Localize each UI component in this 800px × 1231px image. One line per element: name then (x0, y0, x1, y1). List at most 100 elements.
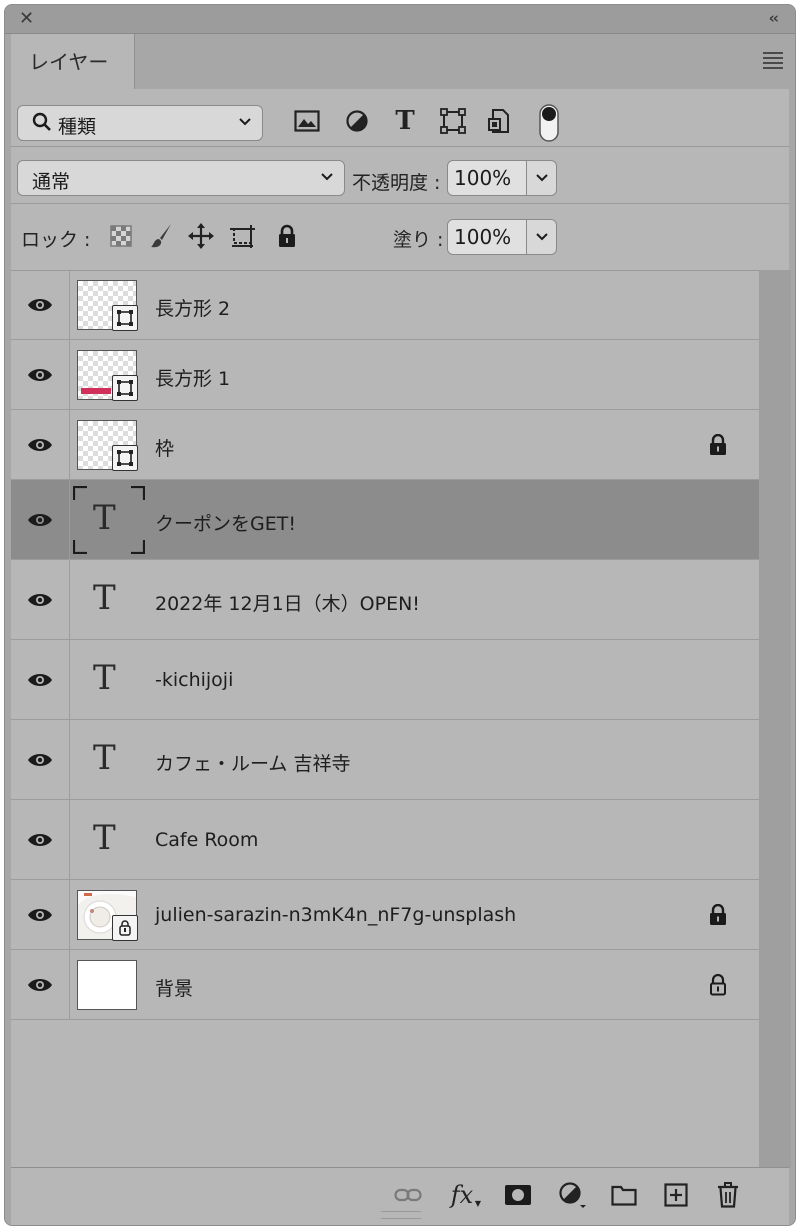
visibility-toggle[interactable] (11, 880, 70, 949)
visibility-toggle[interactable] (11, 560, 70, 639)
close-button[interactable]: ✕ (19, 9, 34, 29)
lock-transparent-pixels-icon[interactable] (105, 220, 137, 252)
layer-row[interactable]: 長方形 2 (11, 270, 759, 340)
layer-name: 長方形 1 (155, 368, 231, 390)
lock-row: ロック : 塗り : 100% (11, 203, 789, 271)
fill-dropdown[interactable] (527, 219, 557, 255)
visibility-toggle[interactable] (11, 340, 70, 409)
layer-row-selected[interactable]: T クーポンをGET! (11, 480, 759, 560)
chevron-down-icon (320, 169, 334, 187)
eye-icon (28, 513, 52, 526)
opacity-input[interactable]: 100% (447, 160, 527, 196)
layer-name: カフェ・ルーム 吉祥寺 (155, 753, 351, 775)
lock-artboard-icon[interactable] (227, 220, 259, 252)
visibility-toggle[interactable] (11, 640, 70, 719)
layer-row[interactable]: T カフェ・ルーム 吉祥寺 (11, 720, 759, 800)
delete-layer-icon[interactable] (713, 1180, 743, 1210)
lock-position-icon[interactable] (185, 220, 217, 252)
layer-row[interactable]: T -kichijoji (11, 640, 759, 720)
layer-name: クーポンをGET! (155, 513, 296, 535)
lock-all-icon[interactable] (271, 220, 303, 252)
panel-title-bar: ✕ ‹‹ (5, 5, 795, 34)
layer-row[interactable]: 枠 (11, 410, 759, 480)
type-filter-icon[interactable]: T (389, 105, 421, 137)
add-mask-icon[interactable] (503, 1180, 533, 1210)
layer-actions-bar: fx ▼ (11, 1167, 789, 1225)
resize-grip[interactable] (381, 1211, 421, 1219)
filter-kind-label: 種類 (58, 116, 97, 138)
blend-row: 通常 不透明度 : 100% (11, 146, 789, 204)
text-layer-icon: T (93, 578, 116, 618)
shape-layer-icon (112, 375, 138, 401)
layer-name: julien-sarazin-n3mK4n_nF7g-unsplash (155, 904, 517, 926)
smart-object-filter-icon[interactable] (483, 105, 515, 137)
layer-row[interactable]: T 2022年 12月1日（木）OPEN! (11, 560, 759, 640)
visibility-toggle[interactable] (11, 950, 70, 1019)
chevron-down-icon (535, 174, 548, 182)
panel-menu-icon[interactable] (763, 52, 783, 72)
lock-icon[interactable] (709, 903, 727, 930)
shape-layer-icon (112, 305, 138, 331)
collapse-button[interactable]: ‹‹ (769, 9, 779, 27)
layer-row[interactable]: T Cafe Room (11, 800, 759, 880)
tab-bar: レイヤー (11, 34, 789, 89)
layer-thumbnail (77, 890, 138, 941)
link-layers-icon[interactable] (393, 1180, 423, 1210)
lock-image-pixels-icon[interactable] (145, 220, 177, 252)
layers-panel: ✕ ‹‹ レイヤー 種類 T 通常 不透明度: 100% ロック: 塗り:… (4, 4, 796, 1226)
eye-icon (28, 978, 52, 991)
opacity-dropdown[interactable] (527, 160, 557, 196)
lock-icon[interactable] (709, 433, 727, 460)
eye-icon (28, 368, 52, 381)
fx-menu-indicator: ▼ (474, 1199, 481, 1208)
new-adjustment-icon[interactable] (557, 1180, 587, 1210)
text-layer-icon: T (93, 818, 116, 858)
blend-mode-select[interactable]: 通常 (17, 160, 345, 196)
shape-layer-icon (112, 445, 138, 471)
text-layer-icon: T (93, 738, 116, 778)
visibility-toggle[interactable] (11, 800, 70, 879)
layer-row[interactable]: julien-sarazin-n3mK4n_nF7g-unsplash (11, 880, 759, 950)
layer-name: 枠 (155, 438, 175, 460)
fill-input[interactable]: 100% (447, 219, 527, 255)
shape-filter-icon[interactable] (437, 105, 469, 137)
lock-label: ロック : (21, 229, 91, 251)
visibility-toggle[interactable] (11, 480, 70, 559)
accent-stripe (81, 388, 111, 394)
chevron-down-icon (238, 114, 252, 132)
visibility-toggle[interactable] (11, 270, 70, 339)
visibility-toggle[interactable] (11, 410, 70, 479)
text-layer-icon: T (93, 498, 116, 538)
layer-thumbnail (77, 350, 138, 401)
search-icon (32, 112, 52, 137)
eye-icon (28, 753, 52, 766)
blend-mode-value: 通常 (32, 171, 71, 193)
layer-name: 2022年 12月1日（木）OPEN! (155, 593, 420, 615)
layer-thumbnail (77, 420, 138, 471)
layer-row[interactable]: 長方形 1 (11, 340, 759, 410)
eye-icon (28, 438, 52, 451)
visibility-toggle[interactable] (11, 720, 70, 799)
layer-name: -kichijoji (155, 669, 234, 691)
layer-thumbnail (77, 960, 137, 1010)
adjustment-filter-icon[interactable] (341, 105, 373, 137)
layer-thumbnail (77, 280, 138, 331)
layer-name: Cafe Room (155, 829, 259, 851)
new-group-icon[interactable] (609, 1180, 639, 1210)
smart-object-icon (112, 915, 138, 941)
filter-row: 種類 T (11, 89, 789, 147)
tab-layers[interactable]: レイヤー (11, 34, 135, 89)
filter-toggle-icon[interactable] (533, 103, 565, 143)
layer-list: 長方形 2 長方形 1 枠 T クーポンをGET! T 2022年 12月1日（… (11, 270, 759, 1020)
eye-icon (28, 908, 52, 921)
partial-lock-icon[interactable] (709, 973, 727, 1000)
layer-row[interactable]: 背景 (11, 950, 759, 1020)
chevron-down-icon (535, 233, 548, 241)
image-filter-icon[interactable] (291, 105, 323, 137)
text-layer-icon: T (93, 658, 116, 698)
scrollbar-track[interactable] (759, 270, 791, 1168)
fx-icon[interactable]: fx ▼ (447, 1180, 481, 1210)
filter-kind-select[interactable]: 種類 (17, 105, 263, 141)
new-layer-icon[interactable] (661, 1180, 691, 1210)
panel-content: 種類 T 通常 不透明度: 100% ロック: 塗り: 100% 長方形 … (11, 89, 791, 1225)
